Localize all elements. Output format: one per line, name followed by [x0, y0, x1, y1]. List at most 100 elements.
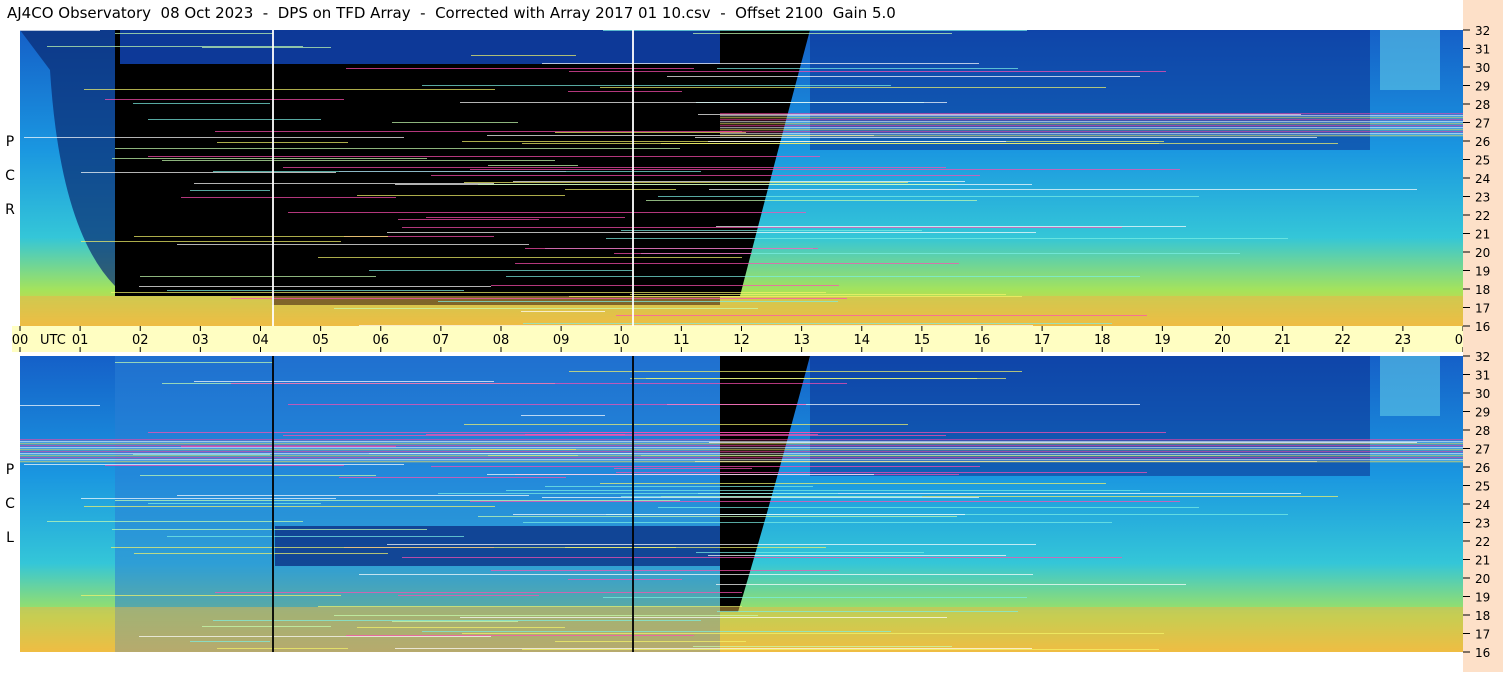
interference-line — [488, 165, 578, 166]
radio-band-line — [720, 131, 1463, 133]
interference-line — [84, 89, 495, 90]
interference-line — [139, 286, 491, 287]
interference-line — [717, 611, 1018, 612]
interference-line — [24, 137, 404, 138]
light-patch — [1380, 30, 1440, 90]
interference-line — [630, 294, 1006, 295]
freq-tick-label: 25 — [1475, 154, 1490, 168]
interference-line — [346, 68, 694, 69]
interference-line — [402, 557, 1122, 558]
interference-line — [716, 226, 1186, 227]
interference-line — [522, 143, 1159, 144]
interference-line — [513, 181, 965, 182]
radio-band-line — [720, 121, 1463, 123]
interference-line — [523, 522, 1112, 523]
freq-tick-label: 24 — [1475, 498, 1490, 512]
time-tick-label: 03 — [192, 333, 209, 348]
interference-line — [708, 555, 1006, 556]
interference-line — [603, 597, 1027, 598]
freq-tick-label: 29 — [1475, 406, 1490, 420]
interference-line — [522, 649, 1159, 650]
interference-line — [392, 122, 518, 123]
interference-line — [478, 516, 957, 517]
polarization-letter: L — [6, 530, 14, 546]
time-tick-label: 01 — [72, 333, 89, 348]
freq-tick-label: 22 — [1475, 209, 1490, 223]
radio-band-line — [720, 127, 1463, 129]
interference-line — [525, 248, 818, 249]
radio-band-line — [20, 461, 1463, 463]
interference-line — [318, 606, 742, 607]
interference-line — [134, 236, 388, 237]
time-tick-label: 16 — [974, 333, 991, 348]
interference-line — [515, 263, 959, 264]
radio-band-line — [720, 113, 1463, 115]
radio-band-line — [20, 447, 1463, 449]
interference-line — [288, 212, 806, 213]
interference-line — [140, 276, 376, 277]
interference-line — [614, 468, 752, 469]
interference-line — [167, 290, 464, 291]
lcp-spectrogram-panel — [20, 356, 1463, 652]
interference-line — [177, 244, 529, 245]
time-tick-label: 23 — [1395, 333, 1412, 348]
freq-tick-label: 17 — [1475, 302, 1490, 316]
interference-line — [621, 230, 922, 231]
calibration-line — [632, 356, 634, 652]
interference-line — [387, 544, 1036, 545]
frequency-axis: 16 17 18 19 20 21 22 23 24 25 26 27 28 29 30 31 32 16 17 18… — [1463, 24, 1490, 660]
interference-line — [346, 635, 694, 636]
rcp-spectrogram — [20, 30, 1463, 326]
polarization-letter: P — [5, 462, 15, 478]
light-patch — [1380, 356, 1440, 416]
interference-line — [487, 474, 874, 475]
interference-line — [392, 621, 518, 622]
interference-line — [398, 595, 539, 596]
radio-band-line — [20, 449, 1463, 451]
interference-line — [470, 169, 1180, 170]
freq-tick-label: 18 — [1475, 609, 1490, 623]
radio-band-line — [720, 133, 1463, 135]
interference-line — [202, 626, 331, 627]
interference-line — [395, 648, 1032, 649]
interference-line — [190, 190, 270, 191]
freq-tick-label: 30 — [1475, 61, 1490, 75]
interference-line — [569, 296, 1022, 297]
radio-band-line — [20, 459, 1463, 461]
time-tick-label: 09 — [553, 333, 570, 348]
interference-line — [111, 547, 826, 548]
time-tick-label: 22 — [1334, 333, 1351, 348]
interference-line — [693, 646, 952, 647]
radio-band-line — [20, 439, 1463, 441]
time-tick-label: 05 — [312, 333, 329, 348]
spectrogram-title: AJ4CO Observatory 08 Oct 2023 - DPS on T… — [7, 4, 896, 22]
interference-line — [460, 102, 947, 103]
interference-line — [658, 507, 1199, 508]
interference-line — [695, 137, 1317, 138]
interference-line — [462, 633, 1164, 634]
interference-line — [606, 238, 1288, 239]
interference-line — [667, 76, 1140, 77]
time-tick-label: 00 — [1455, 333, 1463, 348]
polarization-letter: C — [5, 496, 15, 512]
freq-tick-label: 30 — [1475, 387, 1490, 401]
interference-line — [569, 371, 1022, 372]
time-tick-label: 15 — [914, 333, 931, 348]
freq-tick-label: 16 — [1475, 320, 1490, 334]
interference-line — [24, 464, 404, 465]
freq-tick-label: 29 — [1475, 80, 1490, 94]
interference-line — [568, 91, 682, 92]
interference-line — [565, 189, 676, 190]
interference-line — [387, 232, 1036, 233]
interference-line — [115, 33, 273, 34]
calibration-line — [632, 30, 634, 326]
radio-band-line — [20, 453, 1463, 455]
time-axis-svg: 00 01 02 03 04 05 06 07 08 09 10 11 12 13 14 15 16 17 18 19… — [12, 326, 1496, 352]
interference-line — [568, 579, 682, 580]
radio-band-line — [20, 451, 1463, 453]
interference-line — [431, 466, 980, 467]
freq-tick-label: 32 — [1475, 24, 1490, 38]
interference-line — [359, 574, 1033, 575]
time-tick-label: 10 — [613, 333, 630, 348]
interference-line — [506, 490, 1140, 491]
